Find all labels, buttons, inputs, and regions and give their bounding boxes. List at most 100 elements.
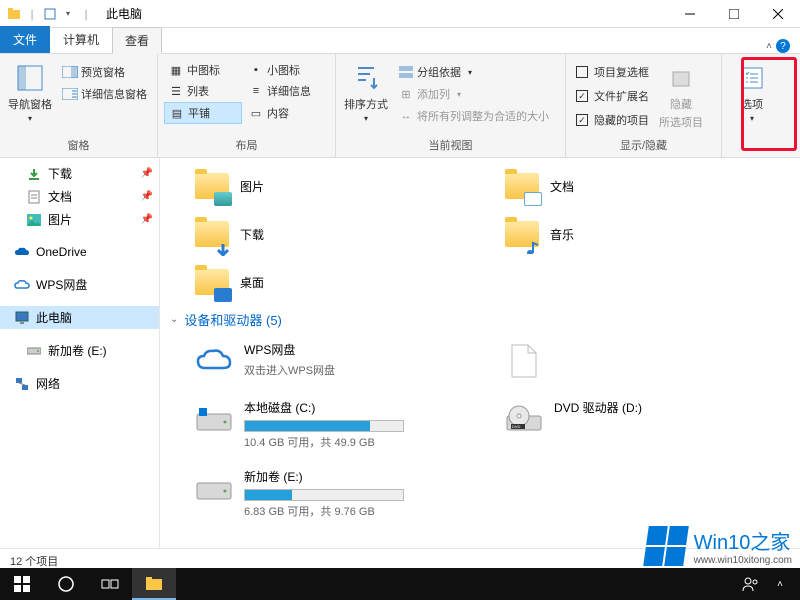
usage-bar bbox=[244, 420, 404, 432]
disk-icon bbox=[194, 399, 234, 439]
start-button[interactable] bbox=[0, 568, 44, 600]
maximize-button[interactable] bbox=[712, 0, 756, 28]
group-label-showhide: 显示/隐藏 bbox=[572, 135, 715, 155]
qat-dropdown-icon[interactable]: ▾ bbox=[60, 6, 76, 22]
wps-cloud-icon bbox=[194, 341, 234, 381]
drive-e[interactable]: 新加卷 (E:)6.83 GB 可用，共 9.76 GB bbox=[190, 464, 480, 523]
group-label-layout: 布局 bbox=[164, 135, 329, 155]
details-pane-button[interactable]: 详细信息窗格 bbox=[58, 84, 151, 104]
main-pane: 图片 文档 下载 音乐 桌面 ⌄设备和驱动器 (5) WPS网盘双击进入WPS网… bbox=[160, 158, 800, 548]
network-icon bbox=[14, 376, 30, 392]
pin-icon: 📌 bbox=[141, 191, 153, 202]
collapse-ribbon-icon[interactable]: ˄ bbox=[766, 41, 772, 52]
qat-properties-icon[interactable] bbox=[42, 6, 58, 22]
folder-music[interactable]: 音乐 bbox=[500, 212, 790, 256]
drive-dvd[interactable]: DVD DVD 驱动器 (D:) bbox=[500, 395, 790, 454]
downloads-icon bbox=[26, 166, 42, 182]
tray-chevron-icon[interactable]: ˄ bbox=[768, 568, 792, 600]
wps-cloud-icon bbox=[14, 277, 30, 293]
drive-blank-file[interactable] bbox=[500, 337, 790, 385]
pictures-icon bbox=[26, 212, 42, 228]
list-icon: ☰ bbox=[168, 83, 184, 99]
taskbar: ˄ bbox=[0, 568, 800, 600]
checkbox-hidden-items[interactable]: ✓隐藏的项目 bbox=[572, 110, 653, 130]
minimize-button[interactable] bbox=[668, 0, 712, 28]
hide-icon bbox=[665, 62, 697, 94]
checkbox-item-checkboxes[interactable]: 项目复选框 bbox=[572, 62, 653, 82]
small-icons-icon: ▪ bbox=[248, 62, 264, 78]
folder-icon bbox=[194, 264, 230, 300]
svg-text:DVD: DVD bbox=[512, 424, 521, 429]
layout-list[interactable]: ☰列表 bbox=[164, 81, 242, 101]
checkbox-checked-icon: ✓ bbox=[576, 114, 588, 126]
tiles-icon: ▤ bbox=[169, 105, 185, 121]
window-title: 此电脑 bbox=[100, 5, 142, 22]
preview-pane-button[interactable]: 预览窗格 bbox=[58, 62, 151, 82]
hide-selected-button[interactable]: 隐藏 所选项目 bbox=[657, 58, 705, 130]
taskview-button[interactable] bbox=[88, 568, 132, 600]
tab-view[interactable]: 查看 bbox=[112, 27, 162, 54]
qat-divider: | bbox=[78, 6, 94, 22]
sort-icon bbox=[350, 62, 382, 94]
layout-content[interactable]: ▭内容 bbox=[244, 102, 322, 124]
folder-icon bbox=[504, 168, 540, 204]
folder-desktop[interactable]: 桌面 bbox=[190, 260, 480, 304]
nav-volume-e[interactable]: 新加卷 (E:) bbox=[0, 339, 159, 362]
chevron-down-icon: ▾ bbox=[364, 114, 368, 123]
checkbox-checked-icon: ✓ bbox=[576, 90, 588, 102]
file-icon bbox=[504, 341, 544, 381]
details-pane-icon bbox=[62, 86, 78, 102]
folder-documents[interactable]: 文档 bbox=[500, 164, 790, 208]
folder-downloads[interactable]: 下载 bbox=[190, 212, 480, 256]
nav-network[interactable]: 网络 bbox=[0, 372, 159, 395]
ribbon-tabs: 文件 计算机 查看 ˄ ? bbox=[0, 28, 800, 54]
content-area: 下载📌 文档📌 图片📌 OneDrive WPS网盘 此电脑 新加卷 (E:) … bbox=[0, 158, 800, 548]
drive-c[interactable]: 本地磁盘 (C:)10.4 GB 可用，共 49.9 GB bbox=[190, 395, 480, 454]
add-columns-button[interactable]: ⊞添加列▾ bbox=[394, 84, 553, 104]
tab-file[interactable]: 文件 bbox=[0, 26, 50, 53]
tab-computer[interactable]: 计算机 bbox=[50, 26, 112, 53]
explorer-icon bbox=[6, 6, 22, 22]
qat-divider: | bbox=[24, 6, 40, 22]
nav-pane-icon bbox=[14, 62, 46, 94]
medium-icons-icon: ▦ bbox=[168, 62, 184, 78]
folder-pictures[interactable]: 图片 bbox=[190, 164, 480, 208]
nav-pane-button[interactable]: 导航窗格 ▾ bbox=[6, 58, 54, 123]
checkbox-extensions[interactable]: ✓文件扩展名 bbox=[572, 86, 653, 106]
content-icon: ▭ bbox=[248, 105, 264, 121]
options-button[interactable]: 选项 ▾ bbox=[728, 58, 776, 123]
layout-medium[interactable]: ▦中图标 bbox=[164, 60, 242, 80]
nav-onedrive[interactable]: OneDrive bbox=[0, 241, 159, 263]
ribbon: 导航窗格 ▾ 预览窗格 详细信息窗格 窗格 ▦中图标 ▪小图标 ☰列表 ≡详细信… bbox=[0, 54, 800, 158]
nav-downloads[interactable]: 下载📌 bbox=[0, 162, 159, 185]
usage-bar bbox=[244, 489, 404, 501]
layout-tiles[interactable]: ▤平铺 bbox=[164, 102, 242, 124]
taskbar-explorer[interactable] bbox=[132, 568, 176, 600]
pin-icon: 📌 bbox=[141, 214, 153, 225]
group-label-view: 当前视图 bbox=[342, 135, 559, 155]
help-icon[interactable]: ? bbox=[776, 39, 790, 53]
chevron-down-icon: ▾ bbox=[28, 114, 32, 123]
group-icon bbox=[398, 64, 414, 80]
devices-header[interactable]: ⌄设备和驱动器 (5) bbox=[170, 304, 790, 337]
close-button[interactable] bbox=[756, 0, 800, 28]
sort-button[interactable]: 排序方式 ▾ bbox=[342, 58, 390, 123]
folder-icon bbox=[194, 216, 230, 252]
folder-icon bbox=[504, 216, 540, 252]
fit-columns-button[interactable]: ↔将所有列调整为合适的大小 bbox=[394, 106, 553, 126]
document-icon bbox=[26, 189, 42, 205]
nav-documents[interactable]: 文档📌 bbox=[0, 185, 159, 208]
group-by-button[interactable]: 分组依据▾ bbox=[394, 62, 553, 82]
options-icon bbox=[736, 62, 768, 94]
drive-wps[interactable]: WPS网盘双击进入WPS网盘 bbox=[190, 337, 480, 385]
fit-icon: ↔ bbox=[398, 108, 414, 124]
cortana-button[interactable] bbox=[44, 568, 88, 600]
nav-thispc[interactable]: 此电脑 bbox=[0, 306, 159, 329]
nav-pictures[interactable]: 图片📌 bbox=[0, 208, 159, 231]
people-button[interactable] bbox=[734, 568, 768, 600]
nav-wps[interactable]: WPS网盘 bbox=[0, 273, 159, 296]
title-bar: | ▾ | 此电脑 bbox=[0, 0, 800, 28]
preview-pane-icon bbox=[62, 64, 78, 80]
layout-small[interactable]: ▪小图标 bbox=[244, 60, 322, 80]
layout-details[interactable]: ≡详细信息 bbox=[244, 81, 322, 101]
